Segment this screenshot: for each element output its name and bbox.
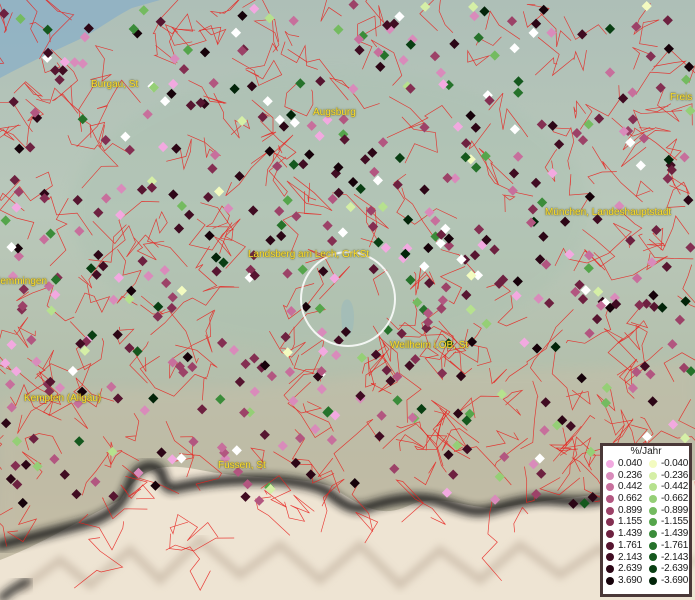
legend-row: 0.040 -0.040 — [603, 458, 689, 470]
legend-swatch — [649, 518, 657, 527]
legend-value: 0.899 — [618, 504, 643, 516]
legend-value: 1.439 — [618, 528, 643, 540]
legend-swatch — [649, 541, 657, 550]
legend-entry: -2.143 — [646, 552, 689, 564]
legend-swatch — [606, 483, 614, 492]
place-label-weilheim: Weilheim i.OB, St — [390, 340, 469, 351]
legend-entry: 1.155 — [603, 516, 646, 528]
legend-value: -0.899 — [661, 504, 689, 516]
legend-swatch — [606, 529, 614, 538]
legend-swatch — [606, 459, 614, 468]
legend-entry: -0.442 — [646, 481, 689, 493]
legend-value: -2.143 — [661, 551, 689, 563]
legend-value: -3.690 — [661, 574, 689, 586]
legend-swatch — [606, 506, 614, 515]
legend-value: -1.439 — [661, 528, 689, 540]
legend-swatch — [649, 459, 657, 468]
legend-swatch — [606, 518, 614, 527]
legend-swatch — [649, 506, 657, 515]
legend-entry: 0.236 — [603, 470, 646, 482]
legend-value: -1.761 — [661, 539, 689, 551]
legend-value: 0.442 — [618, 481, 643, 493]
legend-entry: -1.439 — [646, 528, 689, 540]
legend-swatch — [606, 494, 614, 503]
legend-title: %/Jahr — [630, 446, 662, 457]
legend-entry: -0.040 — [646, 458, 689, 470]
legend-value: -0.236 — [661, 469, 689, 481]
place-label-landsberg: Landsberg am Lech, GrKSt — [248, 249, 370, 260]
legend-swatch — [649, 576, 657, 585]
legend-swatch — [606, 576, 614, 585]
place-label-muenchen: München, Landeshauptstadt — [545, 207, 672, 218]
legend-value: -2.639 — [661, 563, 689, 575]
legend-swatch — [649, 471, 657, 480]
legend-row: 0.236 -0.236 — [603, 470, 689, 482]
legend-row: 2.143 -2.143 — [603, 552, 689, 564]
legend-entry: 1.439 — [603, 528, 646, 540]
legend-entry: 0.040 — [603, 458, 646, 470]
legend-swatch — [649, 494, 657, 503]
legend-row: 3.690 -3.690 — [603, 575, 689, 587]
legend-value: 2.143 — [618, 551, 643, 563]
legend-swatch — [606, 565, 614, 574]
legend-entry: -2.639 — [646, 563, 689, 575]
legend-entry: -1.761 — [646, 540, 689, 552]
legend-value: 0.040 — [618, 458, 643, 469]
legend-swatch — [606, 471, 614, 480]
legend-value: 1.155 — [618, 516, 643, 528]
legend-rows: 0.040 -0.040 0.236 -0.236 0.442 -0.442 0.662 -0… — [603, 458, 689, 587]
legend-value: 3.690 — [618, 574, 643, 586]
legend-row: 1.761 -1.761 — [603, 540, 689, 552]
map-legend: %/Jahr 0.040 -0.040 0.236 -0.236 0.442 -0.442… — [600, 443, 692, 597]
legend-entry: 0.662 — [603, 493, 646, 505]
legend-entry: -1.155 — [646, 516, 689, 528]
legend-swatch — [606, 541, 614, 550]
legend-entry: 2.639 — [603, 563, 646, 575]
place-label-fuessen: Füssen, St — [218, 460, 266, 471]
legend-entry: 2.143 — [603, 552, 646, 564]
place-label-freising: Freis — [670, 92, 693, 103]
legend-entry: -0.899 — [646, 505, 689, 517]
legend-entry: 1.761 — [603, 540, 646, 552]
legend-value: 1.761 — [618, 539, 643, 551]
place-label-memmingen: Memmingen — [0, 276, 48, 287]
legend-entry: -3.690 — [646, 575, 689, 587]
legend-row: 2.639 -2.639 — [603, 563, 689, 575]
legend-value: 0.662 — [618, 493, 643, 505]
place-label-burgau: Burgau, St — [91, 79, 139, 90]
place-label-augsburg: Augsburg — [313, 107, 356, 118]
legend-entry: 0.899 — [603, 505, 646, 517]
legend-value: -0.040 — [661, 458, 689, 469]
legend-swatch — [606, 553, 614, 562]
legend-value: -0.442 — [661, 481, 689, 493]
legend-value: -0.662 — [661, 493, 689, 505]
legend-row: 0.442 -0.442 — [603, 481, 689, 493]
legend-row: 0.899 -0.899 — [603, 505, 689, 517]
place-label-kempten: Kempten (Allgäu) — [24, 393, 102, 404]
legend-swatch — [649, 553, 657, 562]
legend-entry: -0.236 — [646, 470, 689, 482]
legend-entry: -0.662 — [646, 493, 689, 505]
legend-swatch — [649, 529, 657, 538]
legend-value: 0.236 — [618, 469, 643, 481]
legend-swatch — [649, 565, 657, 574]
legend-row: 0.662 -0.662 — [603, 493, 689, 505]
map-view[interactable]: Burgau, St Augsburg Freis München, Lande… — [0, 0, 695, 600]
legend-swatch — [649, 483, 657, 492]
legend-row: 1.439 -1.439 — [603, 528, 689, 540]
legend-value: 2.639 — [618, 563, 643, 575]
legend-value: -1.155 — [661, 516, 689, 528]
legend-row: 1.155 -1.155 — [603, 516, 689, 528]
legend-entry: 3.690 — [603, 575, 646, 587]
legend-entry: 0.442 — [603, 481, 646, 493]
selection-circle[interactable] — [300, 251, 396, 347]
